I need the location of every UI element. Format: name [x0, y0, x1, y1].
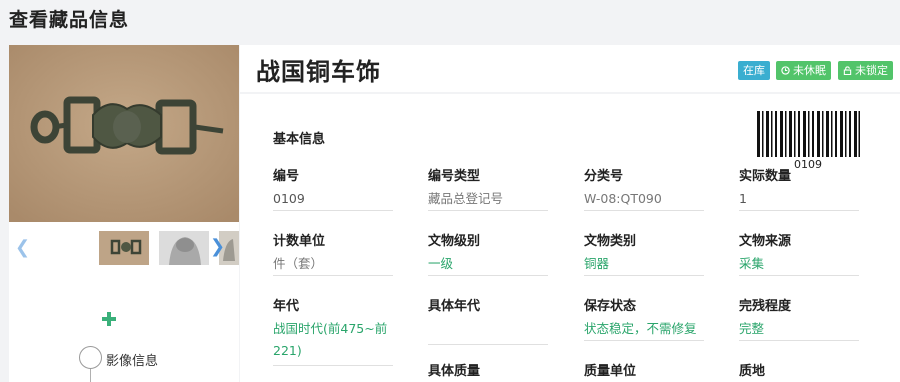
thumbnail-1-image: [99, 231, 149, 265]
section-title-basic-info: 基本信息: [273, 132, 326, 147]
status-badge-stock-label: 在库: [743, 64, 765, 77]
artifact-main-photo[interactable]: [9, 45, 239, 222]
barcode-icon: [757, 111, 860, 157]
media-info-link[interactable]: 影像信息: [106, 350, 158, 369]
plus-icon[interactable]: [101, 311, 117, 327]
field-value-baocun: 状态稳定，不需修复: [584, 318, 704, 341]
field-label-fenlei: 分类号: [584, 169, 624, 184]
field-label-wenwu-leibie: 文物类别: [584, 234, 637, 249]
field-value-shiji-shuliang: 1: [739, 188, 859, 211]
timeline-node-icon: [79, 346, 102, 369]
field-value-bianhao-type: 藏品总登记号: [428, 188, 548, 211]
unlock-icon: [843, 66, 852, 75]
field-value-fenlei: W-08:QT090: [584, 188, 704, 211]
field-label-juti-zhiliang: 具体质量: [428, 364, 481, 379]
field-value-jishu-danwei: 件（套）: [273, 253, 393, 276]
status-badge-lock-label: 未锁定: [855, 64, 888, 77]
field-label-zhiliang-danwei: 质量单位: [584, 364, 637, 379]
thumbnail-1[interactable]: [99, 231, 149, 265]
field-label-jishu-danwei: 计数单位: [273, 234, 326, 249]
barcode-number: 0109: [794, 158, 822, 171]
field-label-juti-niandai: 具体年代: [428, 299, 481, 314]
item-title: 战国铜车饰: [256, 58, 381, 86]
field-value-wenwu-laiyuan: 采集: [739, 253, 859, 276]
status-badge-sleep: 未休眠: [776, 61, 831, 80]
chevron-right-icon[interactable]: ❯: [210, 238, 225, 256]
field-label-niandai: 年代: [273, 299, 300, 314]
field-label-bianhao-type: 编号类型: [428, 169, 481, 184]
clock-icon: [781, 66, 790, 75]
field-value-wenwu-leibie: 铜器: [584, 253, 704, 276]
field-label-wenwu-laiyuan: 文物来源: [739, 234, 792, 249]
status-badge-sleep-label: 未休眠: [793, 64, 826, 77]
field-label-zhidi: 质地: [739, 364, 766, 379]
field-label-bianhao: 编号: [273, 169, 300, 184]
field-label-wancan: 完残程度: [739, 299, 792, 314]
field-label-baocun: 保存状态: [584, 299, 637, 314]
field-label-shiji-shuliang: 实际数量: [739, 169, 792, 184]
thumbnail-2[interactable]: [159, 231, 209, 265]
field-value-niandai: 战国时代(前475~前221): [273, 318, 393, 366]
artifact-photo-image: [9, 45, 239, 222]
chevron-left-icon[interactable]: ❮: [15, 239, 30, 257]
field-value-wancan: 完整: [739, 318, 859, 341]
field-value-wenwu-jibie: 一级: [428, 253, 548, 276]
field-label-wenwu-jibie: 文物级别: [428, 234, 481, 249]
status-badge-lock: 未锁定: [838, 61, 893, 80]
field-value-bianhao: 0109: [273, 188, 393, 211]
status-badge-stock: 在库: [738, 61, 770, 80]
page-title: 查看藏品信息: [9, 9, 130, 31]
field-value-juti-niandai: [428, 318, 548, 345]
thumbnail-2-image: [159, 231, 209, 265]
